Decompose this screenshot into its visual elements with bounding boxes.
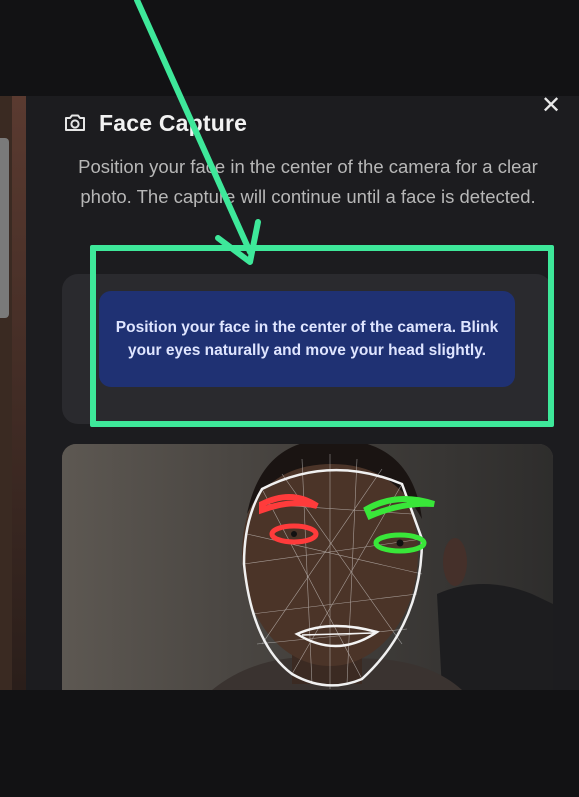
- modal-header: Face Capture: [63, 108, 247, 138]
- camera-icon: [63, 111, 87, 135]
- close-button[interactable]: ✕: [537, 92, 565, 120]
- camera-preview: [62, 444, 553, 690]
- scrollbar[interactable]: [0, 138, 9, 318]
- face-mesh-overlay: [62, 444, 553, 690]
- modal-description: Position your face in the center of the …: [78, 156, 538, 207]
- close-icon: ✕: [540, 92, 562, 119]
- modal-title: Face Capture: [99, 109, 248, 136]
- background-panel-accent: [12, 96, 26, 690]
- chair-shape: [437, 584, 553, 690]
- annotation-highlight-box: [90, 245, 554, 427]
